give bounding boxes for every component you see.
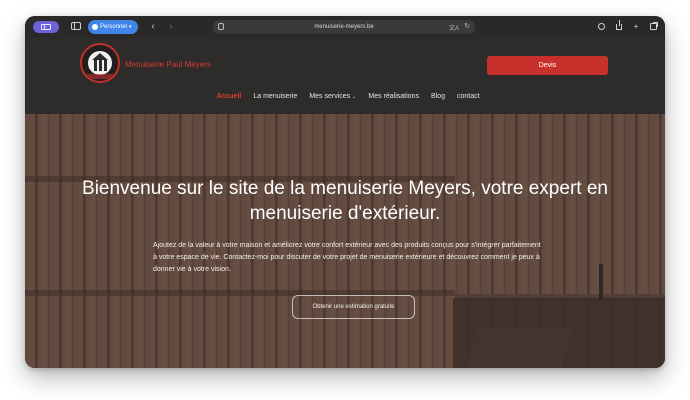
downloads-icon[interactable] xyxy=(595,20,607,34)
chevron-down-icon: ▾ xyxy=(129,24,132,30)
url-text: menuiserie-meyers.be xyxy=(314,24,374,30)
brand-name[interactable]: Menuiserie Paul Meyers xyxy=(125,60,211,69)
menu-item-label: Mes services xyxy=(309,93,351,100)
tabs-icon[interactable] xyxy=(647,20,659,34)
browser-window: Personnel ▾ ‹ › menuiserie-meyers.be 文A … xyxy=(25,16,665,368)
profile-button[interactable]: Personnel ▾ xyxy=(88,20,138,34)
free-estimate-button[interactable]: Obtenir une estimation gratuite xyxy=(292,295,415,319)
translate-icon[interactable]: 文A xyxy=(449,23,459,32)
tab-overview-icon[interactable] xyxy=(71,22,81,30)
hero-section: Bienvenue sur le site de la menuiserie M… xyxy=(25,114,665,368)
menu-item-la-menuiserie[interactable]: La menuiserie xyxy=(253,93,297,105)
address-bar[interactable]: menuiserie-meyers.be 文A ↻ xyxy=(213,20,475,34)
menu-item-accueil[interactable]: Accueil xyxy=(216,93,241,105)
chevron-down-icon: ⌄ xyxy=(352,94,357,100)
menu-item-mes-realisations[interactable]: Mes réalisations xyxy=(368,93,419,105)
main-menu: Accueil La menuiserie Mes services ⌄ Mes … xyxy=(25,93,665,105)
menu-item-blog[interactable]: Blog xyxy=(431,93,445,105)
devis-button[interactable]: Devis xyxy=(487,56,608,75)
logo[interactable] xyxy=(80,43,120,83)
back-arrow-icon[interactable]: ‹ xyxy=(147,20,159,34)
reload-icon[interactable]: ↻ xyxy=(464,22,470,30)
site-header: Menuiserie Paul Meyers Devis Accueil La … xyxy=(25,38,665,114)
menu-item-contact[interactable]: contact xyxy=(457,93,480,105)
new-tab-icon[interactable]: + xyxy=(630,20,642,34)
profile-label: Personnel xyxy=(100,24,128,30)
menu-item-mes-services[interactable]: Mes services ⌄ xyxy=(309,93,356,105)
sidebar-icon[interactable] xyxy=(33,21,59,33)
site-settings-icon[interactable] xyxy=(218,23,224,30)
browser-toolbar: Personnel ▾ ‹ › menuiserie-meyers.be 文A … xyxy=(25,16,665,38)
share-icon[interactable] xyxy=(613,19,625,34)
person-icon xyxy=(92,24,98,30)
hero-title: Bienvenue sur le site de la menuiserie M… xyxy=(82,178,608,224)
hero-description: Ajoutez de la valeur à votre maison et a… xyxy=(153,242,541,273)
forward-arrow-icon[interactable]: › xyxy=(165,20,177,34)
